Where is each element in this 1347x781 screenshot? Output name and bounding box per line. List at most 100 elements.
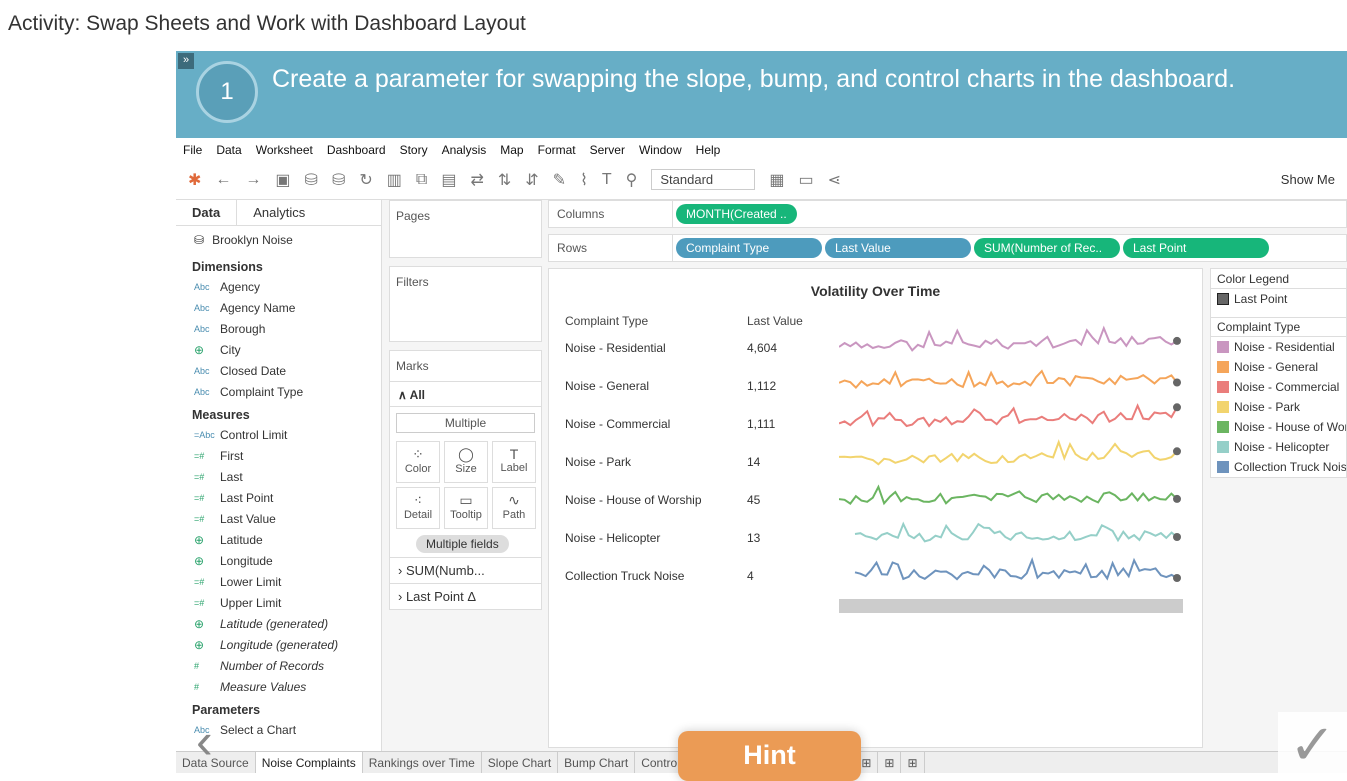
columns-shelf[interactable]: Columns MONTH(Created .. xyxy=(548,200,1347,228)
menu-item-help[interactable]: Help xyxy=(696,143,721,157)
field-item[interactable]: Abc Complaint Type xyxy=(176,381,381,402)
rows-pill[interactable]: SUM(Number of Rec.. xyxy=(974,238,1120,258)
field-item[interactable]: ⊕ City xyxy=(176,339,381,360)
show-me-button[interactable]: Show Me xyxy=(1281,172,1335,187)
sort-desc-icon[interactable]: ⇵ xyxy=(525,170,538,190)
detail-button[interactable]: ⁖ Detail xyxy=(396,487,440,529)
share-icon[interactable]: ⋖ xyxy=(828,170,841,190)
new-datasource-icon[interactable]: ⛁ xyxy=(305,170,318,190)
rows-pill[interactable]: Last Point xyxy=(1123,238,1269,258)
tooltip-button[interactable]: ▭ Tooltip xyxy=(444,487,488,529)
previous-arrow-icon[interactable]: ‹ xyxy=(196,712,213,770)
field-item[interactable]: =# Upper Limit xyxy=(176,592,381,613)
columns-pill[interactable]: MONTH(Created .. xyxy=(676,204,797,224)
field-item[interactable]: # Measure Values xyxy=(176,676,381,697)
new-sheet-icon[interactable]: ▥ xyxy=(387,170,402,190)
field-name: Last Value xyxy=(220,511,276,526)
back-icon[interactable]: ← xyxy=(215,171,231,189)
pause-icon[interactable]: ⛁ xyxy=(332,170,345,190)
clear-sheet-icon[interactable]: ▤ xyxy=(441,170,456,190)
field-item[interactable]: ⊕ Longitude (generated) xyxy=(176,634,381,655)
menu-item-data[interactable]: Data xyxy=(216,143,241,157)
sort-asc-icon[interactable]: ⇅ xyxy=(498,170,511,190)
field-item[interactable]: ⊕ Latitude xyxy=(176,529,381,550)
field-type-icon: Abc xyxy=(194,365,210,376)
path-button[interactable]: ∿ Path xyxy=(492,487,536,529)
field-item[interactable]: Abc Closed Date xyxy=(176,360,381,381)
forward-icon[interactable]: → xyxy=(245,171,261,189)
duplicate-icon[interactable]: ⧉ xyxy=(416,171,427,189)
tab-analytics[interactable]: Analytics xyxy=(237,200,321,225)
pin-icon[interactable]: ⚲ xyxy=(626,170,638,190)
check-icon[interactable]: ✓ xyxy=(1278,712,1347,776)
save-icon[interactable]: ▣ xyxy=(275,170,290,190)
table-row: Noise - Helicopter 13 xyxy=(565,531,760,545)
field-item[interactable]: # Number of Records xyxy=(176,655,381,676)
sheet-tab[interactable]: Bump Chart xyxy=(558,752,636,773)
menu-item-window[interactable]: Window xyxy=(639,143,682,157)
field-name: Complaint Type xyxy=(220,384,304,399)
sparklines xyxy=(839,325,1181,582)
tab-data[interactable]: Data xyxy=(176,200,238,225)
parameter-item[interactable]: Select a Chart xyxy=(220,723,296,737)
attach-icon[interactable]: ⌇ xyxy=(580,170,588,190)
sheet-tab[interactable]: Data Source xyxy=(176,752,256,773)
sheet-tab[interactable]: Slope Chart xyxy=(482,752,559,773)
rows-pill[interactable]: Last Value xyxy=(825,238,971,258)
menu-item-dashboard[interactable]: Dashboard xyxy=(327,143,386,157)
label-icon: T xyxy=(509,446,519,462)
field-item[interactable]: Abc Agency Name xyxy=(176,297,381,318)
last-value: 45 xyxy=(747,493,761,507)
field-item[interactable]: =# Last xyxy=(176,466,381,487)
color-legend-title: Color Legend xyxy=(1211,269,1346,289)
field-item[interactable]: Abc Agency xyxy=(176,276,381,297)
presentation-icon[interactable]: ▭ xyxy=(799,170,814,190)
menu-item-format[interactable]: Format xyxy=(538,143,576,157)
menu-item-server[interactable]: Server xyxy=(590,143,625,157)
menu-item-story[interactable]: Story xyxy=(400,143,428,157)
hint-button[interactable]: Hint xyxy=(678,731,861,781)
new-dashboard-icon[interactable]: ⊞ xyxy=(878,752,902,773)
legend-item: Noise - Residential xyxy=(1211,337,1346,357)
last-point-mark[interactable]: Last Point xyxy=(406,589,464,604)
field-item[interactable]: =# First xyxy=(176,445,381,466)
label-button[interactable]: T Label xyxy=(492,441,536,483)
menu-item-analysis[interactable]: Analysis xyxy=(442,143,487,157)
menu-item-file[interactable]: File xyxy=(183,143,202,157)
refresh-icon[interactable]: ↻ xyxy=(359,170,372,190)
text-icon[interactable]: T xyxy=(602,171,612,189)
field-item[interactable]: ⊕ Longitude xyxy=(176,550,381,571)
color-button[interactable]: ⁘ Color xyxy=(396,441,440,483)
datasource-name[interactable]: Brooklyn Noise xyxy=(212,233,293,247)
horizontal-scrollbar[interactable] xyxy=(825,599,1197,613)
field-item[interactable]: =# Lower Limit xyxy=(176,571,381,592)
field-item[interactable]: ⊕ Latitude (generated) xyxy=(176,613,381,634)
fit-select[interactable]: Standard xyxy=(651,169,756,190)
size-label: Size xyxy=(455,463,477,475)
field-item[interactable]: =# Last Point xyxy=(176,487,381,508)
rows-pill[interactable]: Complaint Type xyxy=(676,238,822,258)
sheet-tab[interactable]: Rankings over Time xyxy=(363,752,482,773)
highlight-icon[interactable]: ✎ xyxy=(553,170,566,190)
field-item[interactable]: =Abc Control Limit xyxy=(176,424,381,445)
menu-item-map[interactable]: Map xyxy=(500,143,523,157)
swap-icon[interactable]: ⇄ xyxy=(470,170,483,190)
field-item[interactable]: =# Last Value xyxy=(176,508,381,529)
field-name: Agency Name xyxy=(220,300,296,315)
expand-icon[interactable]: » xyxy=(178,53,194,69)
legend-swatch xyxy=(1217,441,1229,453)
size-button[interactable]: ◯ Size xyxy=(444,441,488,483)
labels-icon[interactable]: ▦ xyxy=(769,170,784,190)
menu-item-worksheet[interactable]: Worksheet xyxy=(256,143,313,157)
field-type-icon: =# xyxy=(194,597,205,608)
mark-type-select[interactable]: Multiple xyxy=(396,413,535,433)
new-story-icon[interactable]: ⊞ xyxy=(901,752,925,773)
sheet-tab[interactable]: Noise Complaints xyxy=(255,752,363,773)
sum-records-mark[interactable]: SUM(Numb... xyxy=(406,563,485,578)
multiple-fields-pill[interactable]: Multiple fields xyxy=(416,535,509,553)
marks-all[interactable]: All xyxy=(410,388,425,402)
field-item[interactable]: Abc Borough xyxy=(176,318,381,339)
rows-shelf[interactable]: Rows Complaint Type Last Value SUM(Numbe… xyxy=(548,234,1347,262)
datasource-icon: ⛁ xyxy=(194,233,205,247)
filters-card: Filters xyxy=(396,275,429,289)
